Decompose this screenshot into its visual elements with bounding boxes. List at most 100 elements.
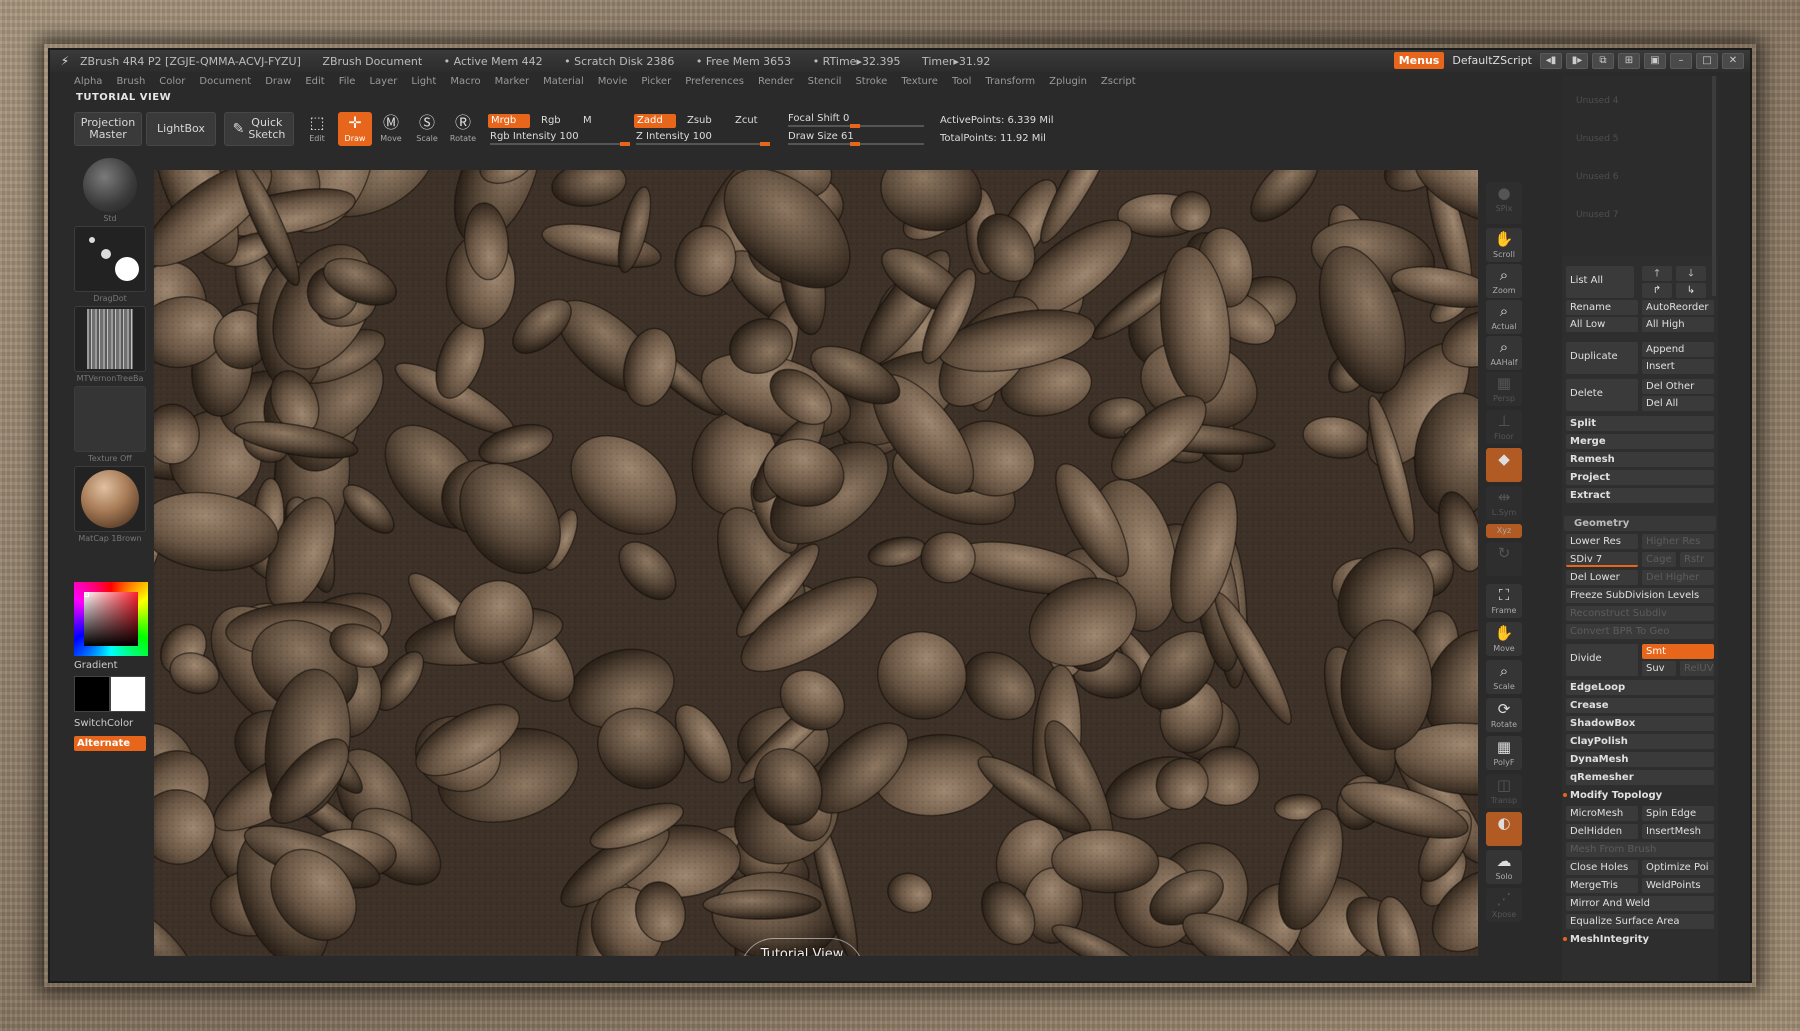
menu-item-layer[interactable]: Layer: [369, 76, 397, 87]
z-intensity-knob[interactable]: [760, 142, 770, 146]
menu-item-stencil[interactable]: Stencil: [808, 76, 842, 87]
menu-item-texture[interactable]: Texture: [901, 76, 938, 87]
rgb-intensity-knob[interactable]: [620, 142, 630, 146]
xyz-button[interactable]: Xyz: [1486, 524, 1522, 538]
local-button[interactable]: ◆: [1486, 448, 1522, 482]
brush-thumb[interactable]: [74, 156, 146, 212]
zsub-toggle[interactable]: Zsub: [684, 114, 715, 128]
menu-item-movie[interactable]: Movie: [598, 76, 628, 87]
switch-color-label[interactable]: SwitchColor: [74, 718, 146, 729]
rgb-toggle[interactable]: Rgb: [538, 114, 564, 128]
menus-button[interactable]: Menus: [1393, 52, 1445, 69]
rename-button[interactable]: Rename: [1566, 300, 1638, 315]
unused-slot-5[interactable]: Unused 5: [1576, 134, 1619, 144]
claypolish-menu[interactable]: ClayPolish: [1566, 734, 1714, 749]
aahalf-button[interactable]: ⌕ AAHalf: [1486, 336, 1522, 370]
gradient-label[interactable]: Gradient: [74, 660, 146, 671]
menu-item-material[interactable]: Material: [543, 76, 584, 87]
rotate-axis-button[interactable]: ↻: [1486, 542, 1522, 576]
scroll-button[interactable]: ✋ Scroll: [1486, 228, 1522, 262]
scale-button[interactable]: Ⓢ Scale: [410, 112, 444, 146]
menu-item-macro[interactable]: Macro: [450, 76, 480, 87]
transp-button[interactable]: ◫ Transp: [1486, 774, 1522, 808]
auto-reorder-button[interactable]: AutoReorder: [1642, 300, 1714, 315]
polyf-button[interactable]: ▦ PolyF: [1486, 736, 1522, 770]
menu-item-zscript[interactable]: Zscript: [1101, 76, 1136, 87]
reconstruct-subdiv-button[interactable]: Reconstruct Subdiv: [1566, 606, 1714, 621]
menu-item-marker[interactable]: Marker: [495, 76, 530, 87]
rgb-intensity-slider[interactable]: Rgb Intensity 100: [490, 130, 630, 146]
zcut-toggle[interactable]: Zcut: [732, 114, 761, 128]
project-menu[interactable]: Project: [1566, 470, 1714, 485]
lightbox-button[interactable]: LightBox: [146, 112, 216, 146]
crease-menu[interactable]: Crease: [1566, 698, 1714, 713]
micromesh-button[interactable]: MicroMesh: [1566, 806, 1638, 821]
projection-master-button[interactable]: Projection Master: [74, 112, 142, 146]
menu-item-draw[interactable]: Draw: [265, 76, 291, 87]
shadowbox-menu[interactable]: ShadowBox: [1566, 716, 1714, 731]
qremesher-menu[interactable]: qRemesher: [1566, 770, 1714, 785]
higher-res-button[interactable]: Higher Res: [1642, 534, 1714, 549]
menu-item-file[interactable]: File: [339, 76, 356, 87]
menu-item-document[interactable]: Document: [199, 76, 251, 87]
divide-button[interactable]: Divide: [1566, 644, 1638, 676]
smt-toggle[interactable]: Smt: [1642, 644, 1714, 659]
append-button[interactable]: Append: [1642, 342, 1714, 357]
menu-item-preferences[interactable]: Preferences: [685, 76, 744, 87]
ghost-button[interactable]: ◐: [1486, 812, 1522, 846]
del-other-button[interactable]: Del Other: [1642, 379, 1714, 394]
maximize-icon[interactable]: □: [1696, 52, 1718, 69]
menu-item-stroke[interactable]: Stroke: [855, 76, 887, 87]
rotate-button[interactable]: Ⓡ Rotate: [446, 112, 480, 146]
sdiv-slider[interactable]: SDiv 7: [1566, 552, 1638, 567]
scroll-left-icon[interactable]: ◂▮: [1540, 52, 1562, 69]
layout2-icon[interactable]: ⊞: [1618, 52, 1640, 69]
m-toggle[interactable]: M: [580, 114, 595, 128]
lsym-button[interactable]: ⇹ L.Sym: [1486, 486, 1522, 520]
menu-item-edit[interactable]: Edit: [305, 76, 324, 87]
menu-item-transform[interactable]: Transform: [985, 76, 1035, 87]
cage-button[interactable]: Cage: [1642, 552, 1676, 567]
texture-thumb[interactable]: [74, 386, 146, 452]
menu-item-light[interactable]: Light: [411, 76, 436, 87]
scroll-right-icon[interactable]: ▮▸: [1566, 52, 1588, 69]
alternate-button[interactable]: Alternate: [74, 736, 146, 751]
move-down-icon[interactable]: 🡓: [1676, 266, 1706, 281]
edit-button[interactable]: ⬚ Edit: [300, 112, 334, 146]
rstr-button[interactable]: Rstr: [1680, 552, 1714, 567]
unused-slot-4[interactable]: Unused 4: [1576, 96, 1619, 106]
merge-menu[interactable]: Merge: [1566, 434, 1714, 449]
all-high-button[interactable]: All High: [1642, 317, 1714, 332]
move-view-button[interactable]: ✋ Move: [1486, 622, 1522, 656]
meshintegrity-header[interactable]: MeshIntegrity: [1566, 932, 1714, 947]
close-icon[interactable]: ✕: [1722, 52, 1744, 69]
menu-item-tool[interactable]: Tool: [952, 76, 971, 87]
edgeloop-menu[interactable]: EdgeLoop: [1566, 680, 1714, 695]
alpha-thumb[interactable]: [74, 306, 146, 372]
reluv-toggle[interactable]: RelUV: [1680, 661, 1714, 676]
zadd-toggle[interactable]: Zadd: [634, 114, 676, 128]
del-higher-button[interactable]: Del Higher: [1642, 570, 1714, 585]
menu-item-brush[interactable]: Brush: [116, 76, 145, 87]
menu-item-zplugin[interactable]: Zplugin: [1049, 76, 1087, 87]
menu-item-picker[interactable]: Picker: [641, 76, 671, 87]
mrgb-toggle[interactable]: Mrgb: [488, 114, 530, 128]
dynamesh-menu[interactable]: DynaMesh: [1566, 752, 1714, 767]
move-button[interactable]: Ⓜ Move: [374, 112, 408, 146]
del-all-button[interactable]: Del All: [1642, 396, 1714, 411]
actual-button[interactable]: ⌕ Actual: [1486, 300, 1522, 334]
menu-item-render[interactable]: Render: [758, 76, 794, 87]
equalize-surface-area-button[interactable]: Equalize Surface Area: [1566, 914, 1714, 929]
convert-bpr-button[interactable]: Convert BPR To Geo: [1566, 624, 1714, 639]
default-zscript[interactable]: DefaultZScript: [1448, 54, 1536, 67]
del-lower-button[interactable]: Del Lower: [1566, 570, 1638, 585]
freeze-subdivision-button[interactable]: Freeze SubDivision Levels: [1566, 588, 1714, 603]
unused-slot-7[interactable]: Unused 7: [1576, 210, 1619, 220]
floor-button[interactable]: ⊥ Floor: [1486, 410, 1522, 444]
close-holes-button[interactable]: Close Holes: [1566, 860, 1638, 875]
scale-view-button[interactable]: ⌕ Scale: [1486, 660, 1522, 694]
material-thumb[interactable]: [74, 466, 146, 532]
quick-sketch-button[interactable]: ✎ Quick Sketch: [224, 112, 294, 146]
suv-toggle[interactable]: Suv: [1642, 661, 1676, 676]
unused-slot-6[interactable]: Unused 6: [1576, 172, 1619, 182]
